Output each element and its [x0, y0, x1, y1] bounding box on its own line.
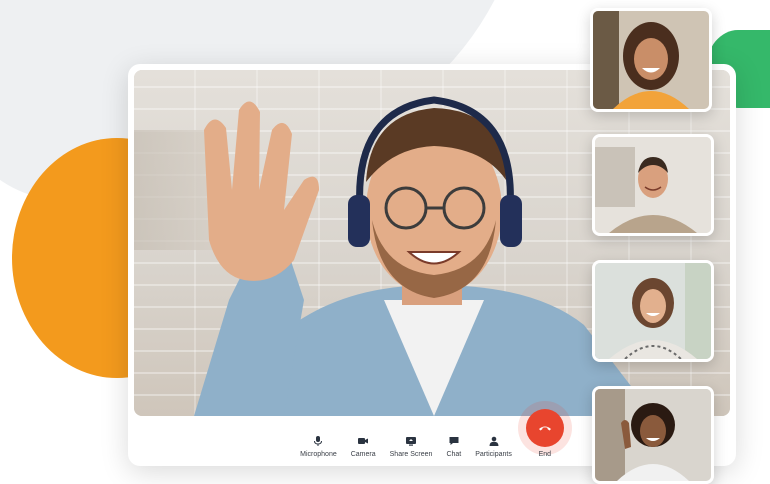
participant-thumbnail-1[interactable] [590, 8, 712, 112]
participant-video-3 [595, 263, 711, 359]
camera-button[interactable]: Camera [351, 435, 376, 458]
end-label: End [538, 451, 552, 458]
chat-icon [449, 437, 459, 445]
participant-video-1 [593, 11, 709, 109]
participants-button[interactable]: Participants [475, 435, 512, 458]
participant-thumbnail-4[interactable] [592, 386, 714, 484]
end-call-circle[interactable] [525, 409, 564, 447]
share-screen-icon [406, 437, 417, 446]
share-screen-label: Share Screen [389, 451, 433, 458]
end-call-button[interactable]: End [525, 409, 564, 458]
camera-label: Camera [350, 451, 376, 458]
main-video-feed[interactable] [134, 70, 730, 416]
microphone-button[interactable]: Microphone [300, 435, 337, 458]
phone-hangup-icon [538, 426, 551, 431]
camera-icon [358, 438, 369, 444]
share-screen-button[interactable]: Share Screen [389, 435, 433, 458]
main-speaker-video [194, 96, 654, 416]
participant-video-4 [595, 389, 711, 481]
participant-video-2 [595, 137, 711, 233]
microphone-icon [314, 436, 323, 446]
chat-label: Chat [446, 451, 462, 458]
participants-label: Participants [475, 451, 512, 458]
chat-button[interactable]: Chat [446, 435, 461, 458]
participant-thumbnail-3[interactable] [592, 260, 714, 362]
participant-thumbnail-2[interactable] [592, 134, 714, 236]
participants-icon [489, 436, 499, 446]
microphone-label: Microphone [300, 451, 337, 458]
